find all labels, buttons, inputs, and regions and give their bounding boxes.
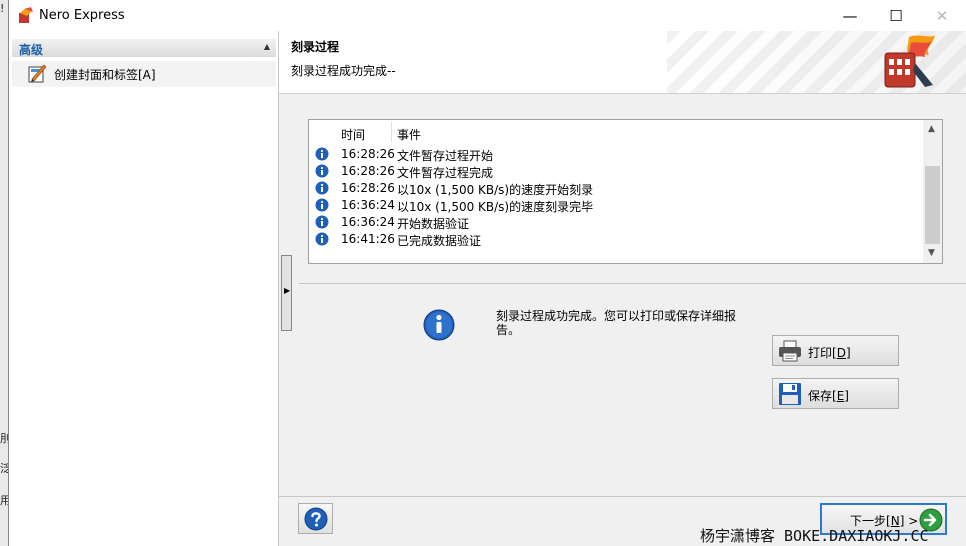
row-time: 16:36:24 (341, 215, 395, 229)
table-row[interactable]: 16:36:24 以10x (1,500 KB/s)的速度刻录完毕 (309, 197, 923, 214)
row-time: 16:41:26 (341, 232, 395, 246)
row-time: 16:28:26 (341, 147, 395, 161)
scroll-up-icon[interactable]: ▲ (928, 124, 935, 134)
column-divider (391, 122, 392, 142)
page-subtitle: 刻录过程成功完成-- (291, 64, 396, 78)
divider (299, 283, 966, 284)
completion-message: 刻录过程成功完成。您可以打印或保存详细报告。 (496, 309, 737, 337)
desktop-fragment: ! (0, 2, 5, 15)
event-log[interactable]: 时间 事件 16:28:26 文件暂存过程开始 16:28:26 文件暂存过程完… (308, 119, 943, 264)
row-event: 以10x (1,500 KB/s)的速度开始刻录 (397, 183, 594, 197)
info-icon (315, 232, 329, 246)
print-button-label: 打印[D] (808, 346, 851, 360)
nero-logo-icon (884, 35, 935, 88)
log-header: 时间 事件 (309, 120, 923, 144)
info-large-icon (423, 309, 455, 341)
sidebar-item-create-cover[interactable]: 创建封面和标签[A] (12, 61, 276, 87)
nero-express-window: Nero Express — ☐ ✕ 高级 ▲ 创建封面和标签[A] 刻录过程 … (8, 0, 966, 546)
sidebar-section-header[interactable]: 高级 ▲ (12, 39, 276, 57)
info-icon (315, 164, 329, 178)
floppy-disk-icon (779, 383, 801, 405)
close-button[interactable]: ✕ (919, 0, 965, 31)
scroll-thumb[interactable] (925, 166, 940, 244)
info-icon (315, 215, 329, 229)
row-event: 以10x (1,500 KB/s)的速度刻录完毕 (397, 200, 594, 214)
maximize-button[interactable]: ☐ (873, 0, 919, 31)
row-time: 16:28:26 (341, 181, 395, 195)
window-title: Nero Express (39, 8, 125, 23)
help-question-icon (304, 507, 328, 531)
collapse-arrow-icon[interactable]: ▲ (264, 42, 270, 51)
nero-app-icon (19, 7, 33, 23)
help-button[interactable] (298, 503, 333, 534)
sidebar: 高级 ▲ 创建封面和标签[A] (9, 31, 279, 546)
cover-label-icon (28, 64, 47, 83)
table-row[interactable]: 16:28:26 以10x (1,500 KB/s)的速度开始刻录 (309, 180, 923, 197)
sidebar-item-label: 创建封面和标签[A] (54, 68, 156, 82)
panel-splitter[interactable]: ▶ (281, 255, 292, 331)
page-header: 刻录过程 刻录过程成功完成-- (279, 31, 966, 94)
save-button-label: 保存[E] (808, 389, 849, 403)
page-title: 刻录过程 (291, 40, 340, 54)
column-header-time[interactable]: 时间 (341, 126, 365, 143)
row-time: 16:28:26 (341, 164, 395, 178)
row-event: 文件暂存过程完成 (397, 166, 494, 180)
expand-arrow-icon: ▶ (284, 286, 291, 295)
table-row[interactable]: 16:41:26 已完成数据验证 (309, 231, 923, 248)
table-row[interactable]: 16:36:24 开始数据验证 (309, 214, 923, 231)
log-scrollbar[interactable]: ▲ ▼ (923, 120, 942, 263)
info-icon (315, 147, 329, 161)
printer-icon (779, 340, 801, 362)
title-bar[interactable]: Nero Express — ☐ ✕ (9, 0, 966, 31)
print-button[interactable]: 打印[D] (772, 335, 899, 366)
table-row[interactable]: 16:28:26 文件暂存过程完成 (309, 163, 923, 180)
row-event: 已完成数据验证 (397, 234, 482, 248)
info-icon (315, 198, 329, 212)
row-event: 文件暂存过程开始 (397, 149, 494, 163)
column-header-event[interactable]: 事件 (397, 126, 421, 143)
watermark-text: 杨宇潇博客 BOKE.DAXIAOKJ.CC (700, 527, 929, 545)
minimize-button[interactable]: — (827, 0, 873, 31)
info-icon (315, 181, 329, 195)
row-event: 开始数据验证 (397, 217, 470, 231)
table-row[interactable]: 16:28:26 文件暂存过程开始 (309, 146, 923, 163)
section-title: 高级 (19, 43, 44, 57)
row-time: 16:36:24 (341, 198, 395, 212)
save-button[interactable]: 保存[E] (772, 378, 899, 409)
scroll-down-icon[interactable]: ▼ (928, 248, 935, 258)
